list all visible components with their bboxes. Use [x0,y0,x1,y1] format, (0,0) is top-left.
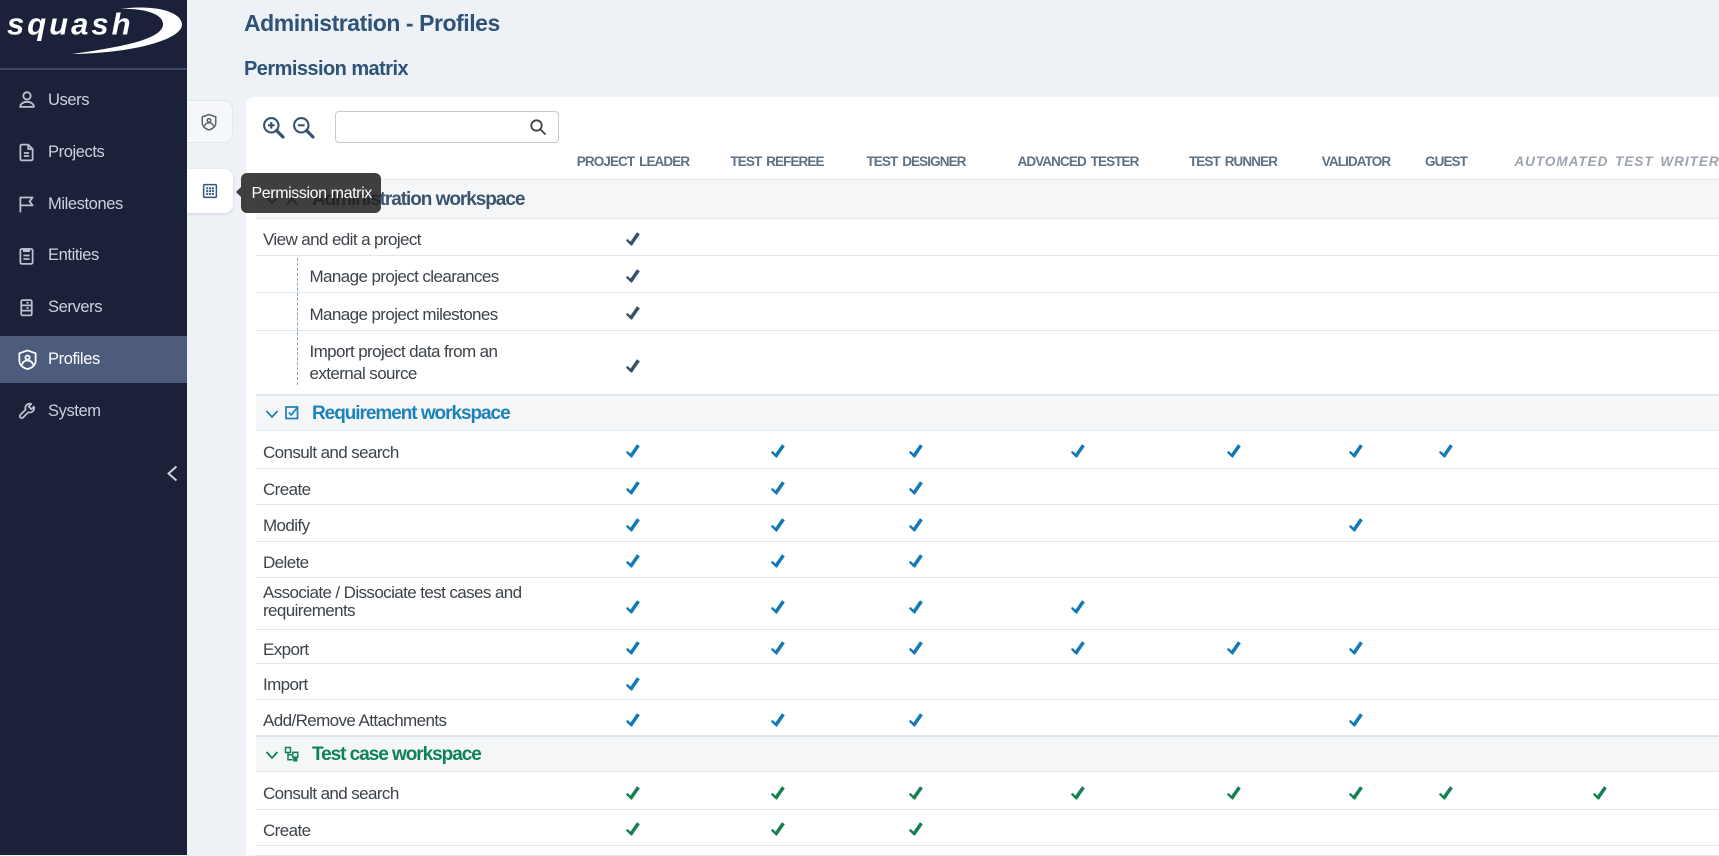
svg-text:squash: squash [7,7,134,42]
